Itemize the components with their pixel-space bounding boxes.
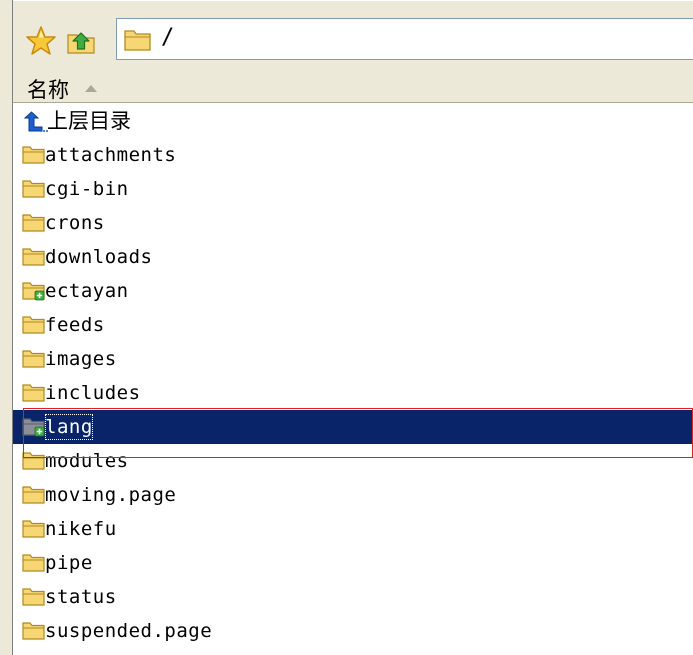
folder-icon [22,519,46,539]
folder-row[interactable]: nikefu [13,512,693,546]
folder-row[interactable]: moving.page [13,478,693,512]
favorites-button[interactable] [25,25,57,57]
folder-icon [22,485,46,505]
file-name-label: pipe [45,552,93,574]
folder-row[interactable]: downloads [13,240,693,274]
up-folder-button[interactable] [65,25,97,57]
folder-row[interactable]: suspended.page [13,614,693,648]
folder-row[interactable]: cgi-bin [13,172,693,206]
address-bar[interactable]: / [116,18,693,60]
file-name-label: lang [45,414,93,440]
new-folder-icon [22,417,46,437]
folder-icon [22,621,46,641]
file-name-label: suspended.page [45,620,213,642]
file-name-label: ectayan [45,280,129,302]
new-folder-icon [22,281,46,301]
file-name-label: downloads [45,246,153,268]
file-name-label: status [45,586,117,608]
folder-icon [22,451,46,471]
file-name-label: crons [45,212,105,234]
name-column-label: 名称 [27,77,69,102]
up-folder-icon [67,32,95,54]
folder-icon [22,553,46,573]
file-name-label: moving.page [45,484,177,506]
folder-row[interactable]: modules [13,444,693,478]
folder-icon [22,179,46,199]
folder-icon [22,247,46,267]
folder-icon [22,145,46,165]
folder-icon [22,315,46,335]
left-frame [0,0,13,655]
file-browser-window: / 名称 上层目录 attachments cgi-bin crons download… [0,0,693,655]
file-name-label: images [45,348,117,370]
parent-directory-row[interactable]: 上层目录 [13,104,693,138]
column-header-row: 名称 [13,75,693,103]
folder-row[interactable]: attachments [13,138,693,172]
file-name-label: includes [45,382,141,404]
folder-row[interactable]: feeds [13,308,693,342]
folder-icon [22,349,46,369]
folder-icon [22,587,46,607]
star-icon [26,26,56,55]
address-path: / [161,25,175,50]
sort-ascending-icon [85,85,97,92]
folder-row[interactable]: pipe [13,546,693,580]
name-column-header[interactable]: 名称 [13,75,97,102]
file-list: 上层目录 attachments cgi-bin crons downloads ecta… [13,104,693,648]
folder-row[interactable]: images [13,342,693,376]
file-name-label: cgi-bin [45,178,129,200]
toolbar: / [13,0,693,75]
folder-row[interactable]: includes [13,376,693,410]
file-name-label: modules [45,450,129,472]
folder-icon [22,213,46,233]
folder-row[interactable]: ectayan [13,274,693,308]
file-name-label: nikefu [45,518,117,540]
file-name-label: 上层目录 [47,109,131,133]
folder-row[interactable]: crons [13,206,693,240]
parent-directory-icon [22,111,48,132]
file-name-label: feeds [45,314,105,336]
folder-row[interactable]: status [13,580,693,614]
folder-icon [124,30,151,51]
folder-icon [22,383,46,403]
file-name-label: attachments [45,144,177,166]
folder-row[interactable]: lang [13,410,693,444]
